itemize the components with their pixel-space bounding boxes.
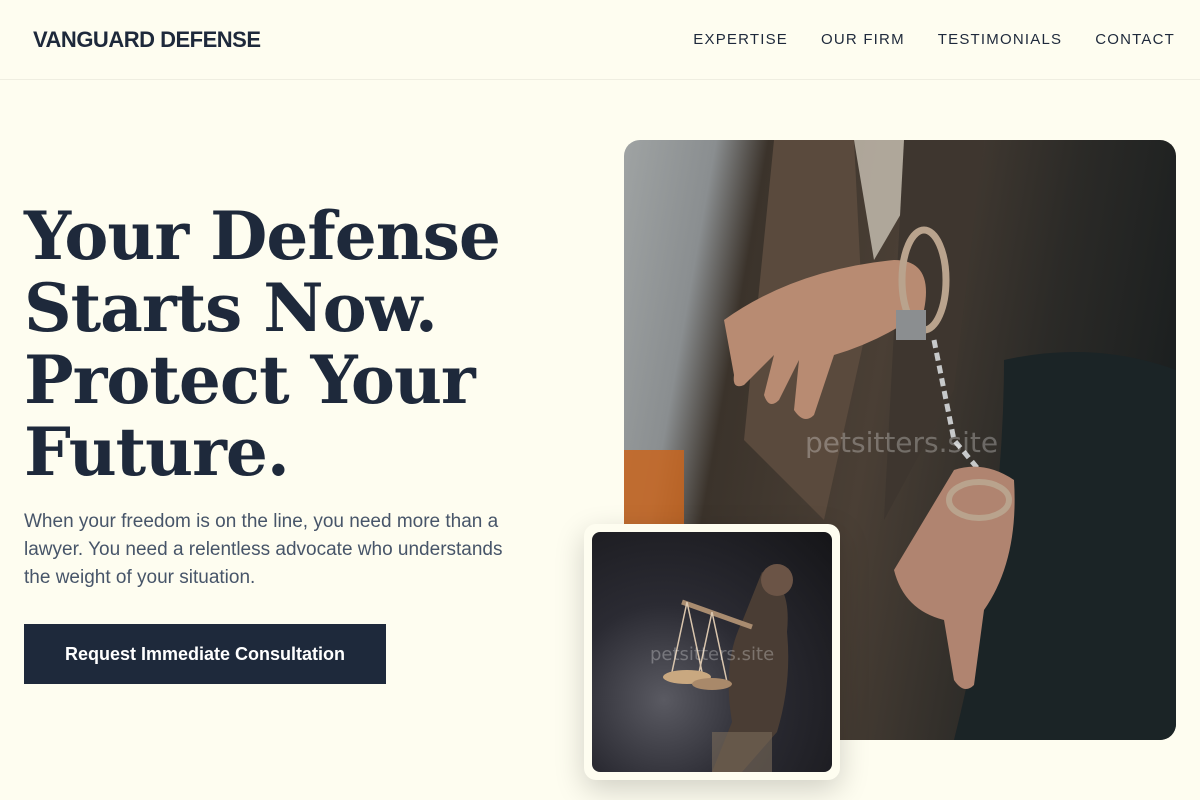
nav-link-expertise[interactable]: EXPERTISE xyxy=(693,31,788,48)
hero-title-line-1: Your Defense xyxy=(24,197,501,275)
main-nav: EXPERTISE OUR FIRM TESTIMONIALS CONTACT xyxy=(693,31,1175,48)
site-header: VANGUARD DEFENSE EXPERTISE OUR FIRM TEST… xyxy=(0,0,1200,80)
site-logo[interactable]: VANGUARD DEFENSE xyxy=(33,27,261,53)
nav-link-testimonials[interactable]: TESTIMONIALS xyxy=(938,31,1062,48)
nav-link-contact[interactable]: CONTACT xyxy=(1095,31,1175,48)
hero-title-line-2: Starts Now. xyxy=(24,269,438,347)
hero-subtitle: When your freedom is on the line, you ne… xyxy=(24,511,503,588)
scales-of-justice-card: petsitters.site xyxy=(584,524,840,780)
hero-title: Your Defense Starts Now. Protect Your Fu… xyxy=(24,200,544,488)
scales-of-justice-photo: petsitters.site xyxy=(592,532,832,772)
scales-of-justice-illustration xyxy=(663,564,793,772)
nav-link-our-firm[interactable]: OUR FIRM xyxy=(821,31,905,48)
request-consultation-button[interactable]: Request Immediate Consultation xyxy=(24,624,386,684)
hero-title-line-3: Protect Your xyxy=(24,341,476,419)
hero-title-line-4: Future. xyxy=(24,413,290,491)
